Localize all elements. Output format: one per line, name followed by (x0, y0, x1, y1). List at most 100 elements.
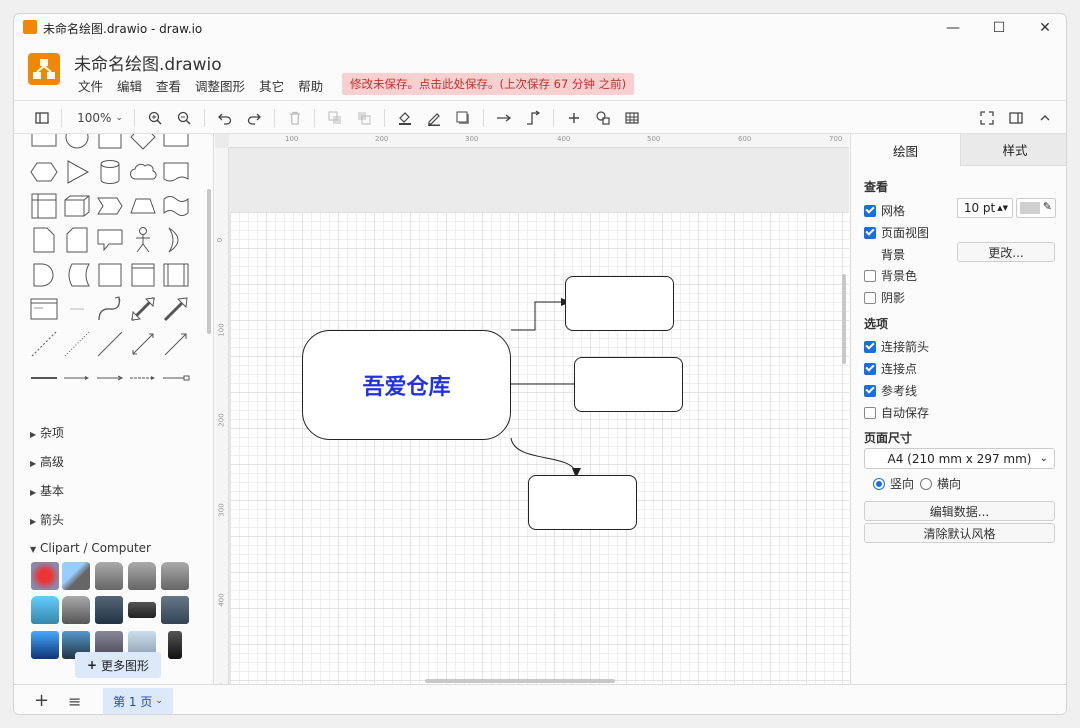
landscape-radio[interactable] (920, 477, 932, 490)
clipart-database-blue[interactable] (31, 596, 59, 624)
minimize-button[interactable]: — (930, 16, 976, 40)
clear-default-style-button[interactable]: 清除默认风格 (864, 523, 1055, 543)
grid-color-picker[interactable]: ✎ (1016, 198, 1056, 218)
clipart-monitor[interactable] (31, 631, 59, 659)
clipart-server-tower[interactable] (168, 631, 182, 659)
connector-edge-bottom[interactable] (510, 437, 577, 475)
shape-internal-storage[interactable] (29, 191, 59, 221)
tab-diagram[interactable]: 绘图 (851, 134, 960, 166)
fullscreen-button[interactable] (979, 107, 995, 129)
canvas-vertical-scrollbar[interactable] (842, 274, 846, 364)
shape-thick-line[interactable] (29, 363, 59, 393)
shape-arrow[interactable] (161, 294, 191, 324)
clipart-database[interactable] (95, 562, 123, 590)
shape-hexagon[interactable] (29, 157, 59, 187)
toggle-sidebar-button[interactable] (34, 107, 50, 129)
autosave-checkbox[interactable] (864, 406, 876, 419)
background-color-checkbox-row[interactable]: 背景色 (864, 267, 917, 284)
connector-edge-top[interactable] (511, 301, 567, 331)
shape-arrow-line[interactable] (95, 363, 125, 393)
shape-text[interactable] (62, 294, 92, 324)
shape-cloud[interactable] (128, 157, 158, 187)
fill-color-button[interactable] (397, 107, 413, 129)
section-advanced[interactable]: ▶ 高级 (30, 453, 64, 470)
shape-frame[interactable] (128, 260, 158, 290)
menu-arrange[interactable]: 调整图形 (195, 76, 245, 95)
shape-square[interactable] (95, 134, 125, 152)
clipart-magnifier[interactable] (62, 562, 90, 590)
clipart-database-add[interactable] (128, 562, 156, 590)
page-view-checkbox-row[interactable]: 页面视图 (864, 224, 929, 241)
insert-button[interactable] (566, 107, 582, 129)
portrait-radio-row[interactable]: 竖向 (873, 475, 914, 492)
clipart-virus[interactable] (31, 562, 59, 590)
shape-link-arrow[interactable] (62, 363, 92, 393)
close-button[interactable]: ✕ (1022, 16, 1066, 40)
add-page-button[interactable]: + (34, 690, 49, 711)
shape-rectangle[interactable] (29, 134, 59, 152)
waypoints-button[interactable] (525, 107, 541, 129)
shape-circle[interactable] (62, 134, 92, 152)
landscape-radio-row[interactable]: 横向 (920, 475, 961, 492)
connection-points-checkbox-row[interactable]: 连接点 (864, 360, 917, 377)
shape-trapezoid[interactable] (128, 191, 158, 221)
zoom-in-button[interactable] (147, 107, 163, 129)
shapes-button[interactable] (595, 107, 611, 129)
shadow-checkbox-row[interactable]: 阴影 (864, 289, 905, 306)
guides-checkbox-row[interactable]: 参考线 (864, 382, 917, 399)
section-misc[interactable]: ▶ 杂项 (30, 424, 64, 441)
zoom-dropdown[interactable]: 100% ⌄ (74, 107, 126, 129)
menu-help[interactable]: 帮助 (298, 76, 323, 95)
clipart-laptop[interactable] (95, 596, 123, 624)
shape-dashed-line[interactable] (29, 329, 59, 359)
shape-actor[interactable] (128, 225, 158, 255)
portrait-radio[interactable] (873, 477, 885, 490)
delete-button[interactable] (287, 107, 303, 129)
shape-directional-connector[interactable] (161, 329, 191, 359)
shape-cube[interactable] (62, 191, 92, 221)
diagram-node-top[interactable] (565, 276, 674, 331)
shape-tape[interactable] (161, 191, 191, 221)
table-button[interactable] (624, 107, 640, 129)
section-clipart-computer[interactable]: ▼ Clipart / Computer (30, 541, 151, 555)
diagram-node-bottom[interactable] (528, 475, 637, 530)
section-arrows[interactable]: ▶ 箭头 (30, 511, 64, 528)
shape-card[interactable] (62, 225, 92, 255)
shape-container[interactable] (29, 294, 59, 324)
redo-button[interactable] (246, 107, 262, 129)
menu-view[interactable]: 查看 (156, 76, 181, 95)
shape-dotted-line[interactable] (62, 329, 92, 359)
autosave-checkbox-row[interactable]: 自动保存 (864, 404, 929, 421)
shape-process[interactable] (161, 260, 191, 290)
edit-data-button[interactable]: 编辑数据... (864, 501, 1055, 521)
line-color-button[interactable] (426, 107, 442, 129)
canvas-horizontal-scrollbar[interactable] (425, 679, 615, 683)
shape-cylinder[interactable] (95, 157, 125, 187)
menu-extras[interactable]: 其它 (259, 76, 284, 95)
shadow-checkbox[interactable] (864, 291, 876, 304)
diagram-node-middle[interactable] (574, 357, 683, 412)
stepper-arrows-icon[interactable]: ▲▼ (997, 204, 1008, 212)
section-basic[interactable]: ▶ 基本 (30, 482, 64, 499)
diagram-node-main[interactable]: 吾爱仓库 (302, 330, 511, 440)
page-tab-1[interactable]: 第 1 页 ⌄ (103, 688, 173, 714)
maximize-button[interactable]: ☐ (976, 16, 1022, 40)
background-color-checkbox[interactable] (864, 269, 876, 282)
shape-step[interactable] (95, 191, 125, 221)
undo-button[interactable] (217, 107, 233, 129)
shape-triangle[interactable] (62, 157, 92, 187)
shape-curve[interactable] (95, 294, 125, 324)
connection-arrows-checkbox[interactable] (864, 340, 876, 353)
tab-style[interactable]: 样式 (960, 134, 1066, 166)
shape-square-2[interactable] (95, 260, 125, 290)
clipart-router[interactable] (128, 602, 156, 618)
change-background-button[interactable]: 更改... (957, 242, 1055, 262)
clipart-database-error[interactable] (62, 596, 90, 624)
shape-or[interactable] (161, 225, 191, 255)
connection-arrows-checkbox-row[interactable]: 连接箭头 (864, 338, 929, 355)
more-shapes-button[interactable]: + 更多图形 (75, 652, 161, 678)
shadow-button[interactable] (455, 107, 471, 129)
grid-checkbox-row[interactable]: 网格 (864, 202, 905, 219)
shape-document[interactable] (161, 157, 191, 187)
format-panel-toggle-button[interactable] (1008, 107, 1024, 129)
